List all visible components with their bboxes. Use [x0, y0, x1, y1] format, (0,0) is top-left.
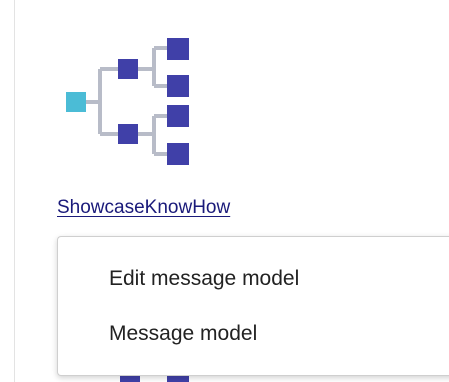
panel-divider [14, 0, 15, 382]
root-node [66, 92, 86, 112]
leaf-node [167, 143, 189, 165]
context-menu: Edit message model Message model [57, 236, 449, 376]
leaf-node [167, 105, 189, 127]
menu-item-edit-message-model[interactable]: Edit message model [109, 267, 299, 291]
canvas: ShowcaseKnowHow Edit message model Messa… [0, 0, 449, 382]
menu-item-message-model[interactable]: Message model [109, 322, 257, 346]
model-link[interactable]: ShowcaseKnowHow [57, 197, 230, 219]
leaf-node [167, 75, 189, 97]
leaf-node [167, 38, 189, 60]
branch-node [118, 59, 138, 79]
branch-node [118, 124, 138, 144]
tree-structure-icon[interactable] [62, 34, 202, 174]
